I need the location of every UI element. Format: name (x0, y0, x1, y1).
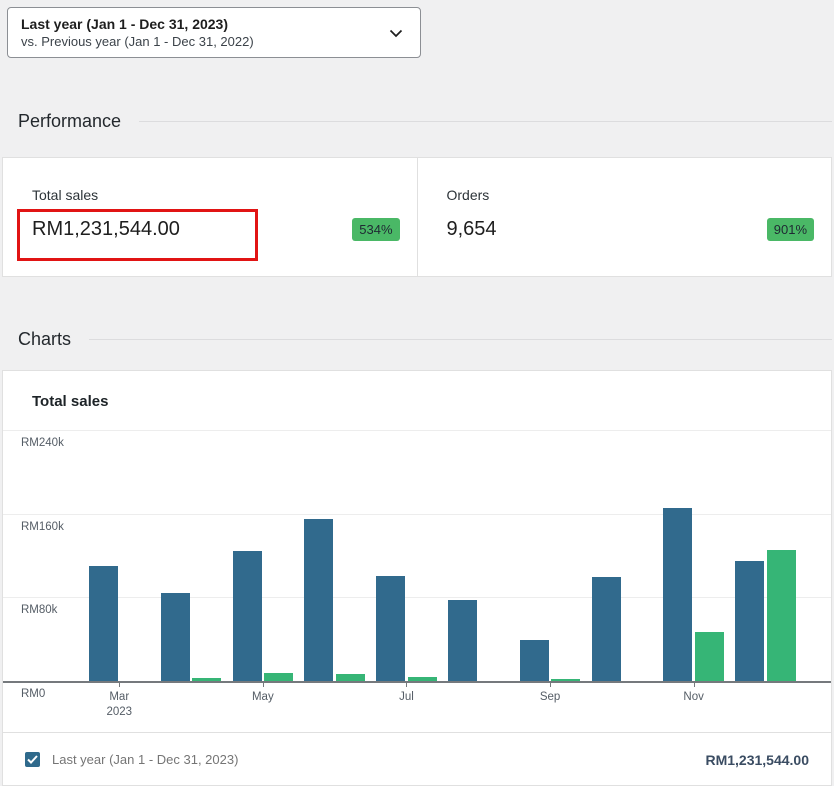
charts-heading: Charts (18, 328, 832, 350)
performance-heading-title: Performance (18, 111, 121, 132)
checkmark-icon (27, 755, 38, 764)
total-sales-chart: RM240kRM160kRM80kRM0Mar2023MayJulSepNov (3, 430, 831, 683)
chevron-down-icon (387, 24, 405, 42)
total-sales-chart-panel: Total sales RM240k RM160k RM80k RM0 Mar2023 M… (2, 370, 832, 786)
charts-heading-title: Charts (18, 329, 71, 350)
legend-row-last-year[interactable]: Last year (Jan 1 - Dec 31, 2023) RM1,231… (3, 733, 831, 786)
bar-previous-year-dec-2023 (767, 550, 796, 681)
date-range-selector[interactable]: Last year (Jan 1 - Dec 31, 2023) vs. Pre… (7, 7, 421, 58)
total-sales-value: RM1,231,544.00 (32, 218, 180, 241)
bar-last-year-oct-2023 (592, 577, 621, 681)
bar-previous-year-may-2023 (264, 673, 293, 681)
legend-checkbox[interactable] (25, 752, 40, 767)
bar-previous-year-nov-2023 (695, 632, 724, 681)
heading-rule (89, 339, 832, 340)
date-range-primary: Last year (Jan 1 - Dec 31, 2023) (21, 15, 387, 33)
total-sales-label: Total sales (32, 187, 98, 203)
bar-last-year-jul-2023 (376, 576, 405, 681)
total-sales-card[interactable]: Total sales RM1,231,544.00 534% (3, 158, 418, 276)
bar-last-year-mar-2023 (89, 566, 118, 681)
x-tick-nov (694, 683, 695, 687)
x-axis-label-mar: Mar2023 (87, 690, 151, 720)
x-tick-may (263, 683, 264, 687)
orders-label: Orders (447, 187, 490, 203)
bar-last-year-apr-2023 (161, 593, 190, 681)
y-axis-label-RM240k: RM240k (21, 437, 64, 449)
performance-cards: Total sales RM1,231,544.00 534% Orders 9… (2, 157, 832, 277)
heading-rule (139, 121, 832, 122)
bar-previous-year-jun-2023 (336, 674, 365, 681)
x-axis-label-jul: Jul (374, 690, 438, 705)
gridline-RM160k (3, 514, 831, 515)
x-tick-mar (119, 683, 120, 687)
orders-delta-badge: 901% (767, 218, 814, 241)
bar-last-year-aug-2023 (448, 600, 477, 681)
legend-total-value: RM1,231,544.00 (705, 752, 809, 768)
date-range-secondary: vs. Previous year (Jan 1 - Dec 31, 2022) (21, 33, 387, 50)
chart-title: Total sales (32, 393, 108, 410)
orders-value: 9,654 (447, 218, 497, 241)
x-tick-jul (406, 683, 407, 687)
performance-heading: Performance (18, 110, 832, 132)
gridline-RM240k (3, 430, 831, 431)
bar-last-year-nov-2023 (663, 508, 692, 681)
legend-label: Last year (Jan 1 - Dec 31, 2023) (52, 752, 705, 767)
bar-last-year-may-2023 (233, 551, 262, 681)
gridline-RM80k (3, 597, 831, 598)
y-axis-label-RM80k: RM80k (21, 604, 57, 616)
y-axis-label-RM160k: RM160k (21, 521, 64, 533)
bar-last-year-jun-2023 (304, 519, 333, 681)
x-tick-sep (550, 683, 551, 687)
x-axis-line (3, 681, 831, 683)
orders-card[interactable]: Orders 9,654 901% (418, 158, 832, 276)
date-range-text: Last year (Jan 1 - Dec 31, 2023) vs. Pre… (8, 15, 387, 50)
bar-last-year-sep-2023 (520, 640, 549, 681)
bar-last-year-dec-2023 (735, 561, 764, 681)
x-axis-label-sep: Sep (518, 690, 582, 705)
total-sales-delta-badge: 534% (352, 218, 399, 241)
x-axis-label-nov: Nov (662, 690, 726, 705)
x-axis-label-may: May (231, 690, 295, 705)
y-axis-label-RM0: RM0 (21, 688, 45, 700)
